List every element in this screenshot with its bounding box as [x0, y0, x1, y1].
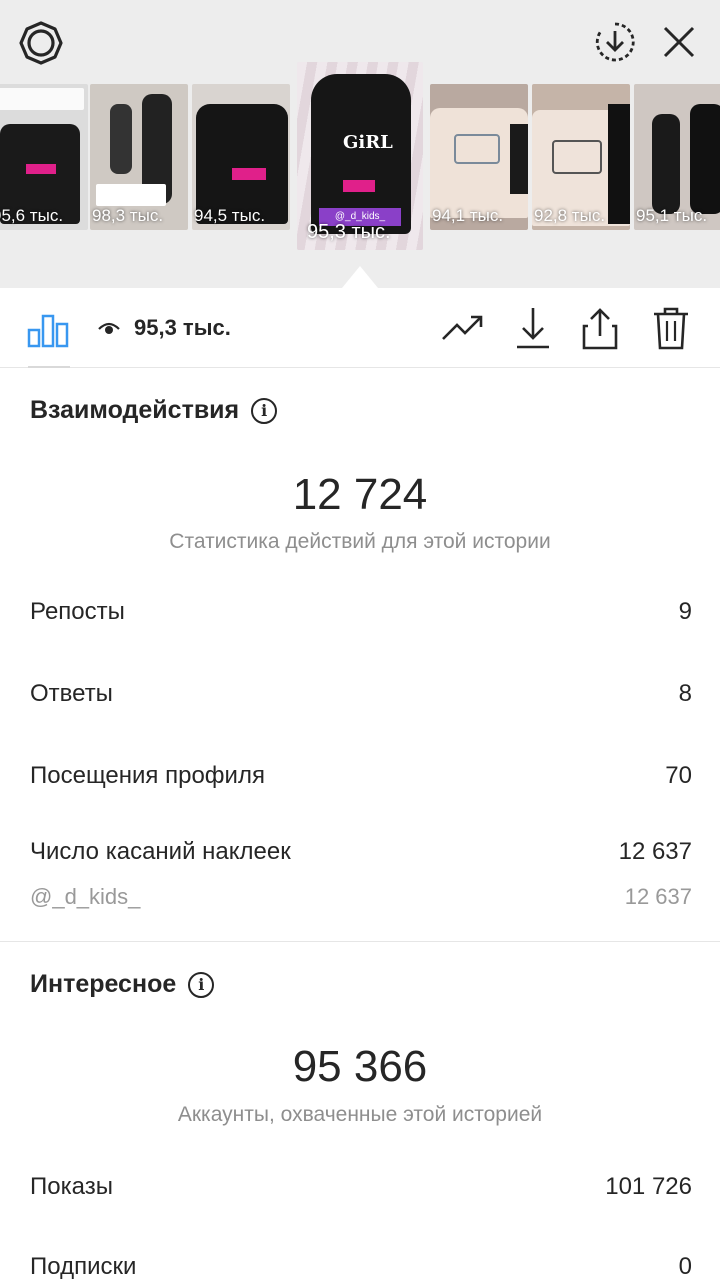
discovery-title: Интересное i — [30, 970, 215, 999]
save-story-icon[interactable] — [590, 20, 640, 64]
interactions-title: Взаимодействия i — [30, 396, 278, 425]
story-thumbnail[interactable]: 92,8 тыс. — [532, 84, 630, 230]
settings-icon[interactable] — [18, 20, 64, 66]
photo-figure — [652, 114, 680, 214]
thumbnail-views: 95,1 тыс. — [636, 206, 708, 225]
stat-label: @_d_kids_ — [30, 884, 141, 909]
trash-icon[interactable] — [650, 304, 692, 352]
bar-chart-icon[interactable] — [26, 304, 70, 352]
story-thumbnail[interactable]: 94,1 тыс. — [430, 84, 528, 230]
eye-icon — [96, 304, 122, 352]
stat-label: Ответы — [30, 680, 113, 707]
stat-value: 70 — [665, 762, 692, 789]
discovery-subtitle: Аккаунты, охваченные этой историей — [177, 1103, 543, 1126]
interactions-total: 12 724 — [292, 470, 428, 519]
stat-value: 12 637 — [618, 838, 692, 865]
clothing-image — [608, 104, 630, 224]
story-thumbnail[interactable]: 95,6 тыс. — [0, 84, 88, 230]
stat-row-impressions: Показы 101 726 — [30, 1173, 692, 1201]
story-caption-sticker — [96, 184, 166, 206]
story-thumbnail[interactable]: 94,5 тыс. — [192, 84, 290, 230]
print-graphic — [552, 140, 602, 174]
stat-value: 9 — [678, 598, 692, 625]
boss-print-graphic — [343, 180, 375, 192]
print-graphic — [454, 134, 500, 164]
download-icon[interactable] — [512, 304, 554, 352]
stat-label: Подписки — [30, 1253, 137, 1280]
story-thumbnail[interactable]: 95,1 тыс. — [634, 84, 720, 230]
story-caption-sticker — [0, 88, 84, 110]
photo-figure — [690, 104, 720, 214]
print-graphic — [232, 168, 266, 180]
info-icon[interactable]: i — [188, 971, 215, 998]
thumbnail-views: 95,3 тыс. — [307, 221, 391, 243]
stat-value: 12 637 — [624, 884, 692, 909]
selected-pointer — [342, 266, 378, 288]
insights-toolbar: 95,3 тыс. — [0, 288, 720, 368]
stat-row-replies: Ответы 8 — [30, 680, 692, 708]
views-count: 95,3 тыс. — [134, 315, 231, 340]
thumbnail-views: 95,6 тыс. — [0, 206, 64, 225]
stat-label: Показы — [30, 1173, 113, 1200]
info-icon[interactable]: i — [251, 397, 278, 424]
thumbnail-views: 94,1 тыс. — [432, 206, 504, 225]
stat-label: Репосты — [30, 598, 125, 625]
stat-value: 8 — [678, 680, 692, 707]
stat-row-sticker-mention: @_d_kids_ 12 637 — [30, 884, 692, 910]
thumbnail-views: 98,3 тыс. — [92, 206, 164, 225]
stat-value: 0 — [678, 1253, 692, 1280]
section-divider — [0, 941, 720, 942]
story-strip: 95,6 тыс. 98,3 тыс. 94,5 тыс. GiRL @_d_k… — [0, 0, 720, 288]
stat-value: 101 726 — [605, 1173, 692, 1200]
stat-row-profile-visits: Посещения профиля 70 — [30, 762, 692, 790]
interactions-title-text: Взаимодействия — [30, 396, 240, 424]
stat-label: Число касаний наклеек — [30, 838, 291, 865]
trend-icon[interactable] — [440, 304, 486, 352]
story-thumbnail-selected[interactable]: GiRL @_d_kids_ 95,3 тыс. — [297, 62, 423, 250]
stat-row-reposts: Репосты 9 — [30, 598, 692, 626]
clothing-image — [510, 124, 528, 194]
discovery-total: 95 366 — [292, 1042, 428, 1091]
tab-indicator — [28, 366, 70, 368]
print-graphic — [26, 164, 56, 174]
thumbnail-views: 92,8 тыс. — [534, 206, 606, 225]
thumbnail-views: 94,5 тыс. — [194, 206, 266, 225]
discovery-title-text: Интересное — [30, 970, 177, 998]
girl-print-graphic: GiRL — [343, 132, 393, 153]
story-thumbnail[interactable]: 98,3 тыс. — [90, 84, 188, 230]
stat-label: Посещения профиля — [30, 762, 265, 789]
stat-row-follows: Подписки 0 — [30, 1253, 692, 1280]
photo-figure — [110, 104, 132, 174]
share-icon[interactable] — [578, 304, 622, 352]
close-icon[interactable] — [656, 20, 702, 64]
stat-row-sticker-taps: Число касаний наклеек 12 637 — [30, 838, 692, 866]
interactions-subtitle: Статистика действий для этой истории — [169, 530, 551, 553]
